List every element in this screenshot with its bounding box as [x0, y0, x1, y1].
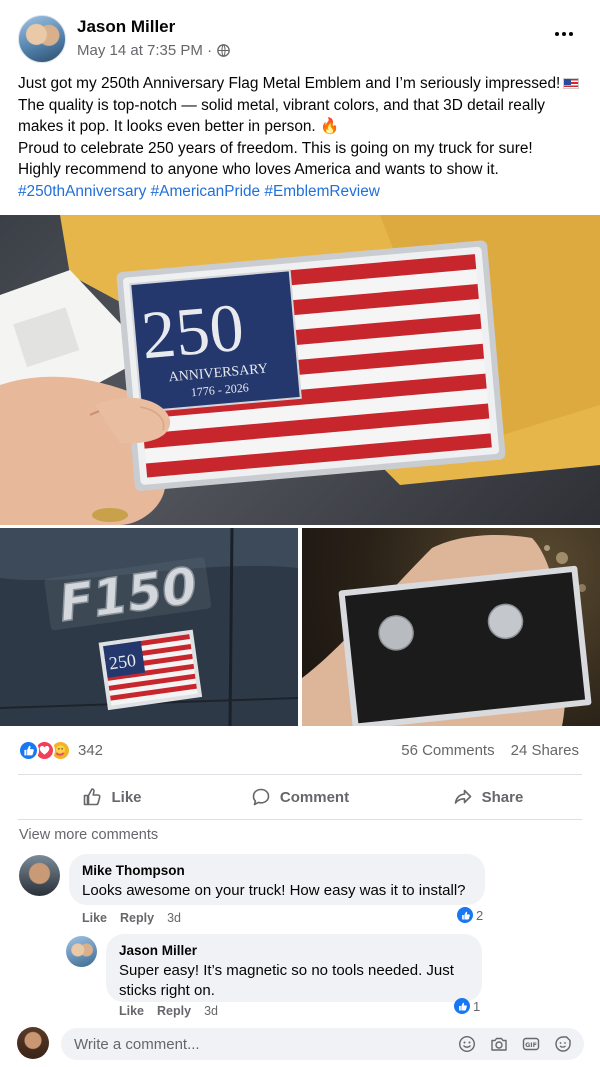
- reply-bubble: Jason Miller Super easy! It’s magnetic s…: [106, 934, 482, 1002]
- comment-time: 3d: [167, 911, 181, 925]
- comment-reply-button[interactable]: Reply: [120, 911, 154, 925]
- like-button[interactable]: Like: [18, 777, 206, 817]
- reply-actions: Like Reply 3d: [119, 1004, 218, 1018]
- author-name[interactable]: Jason Miller: [77, 17, 175, 37]
- comment-button[interactable]: Comment: [206, 777, 394, 817]
- post-actions: Like Comment Share: [18, 777, 582, 817]
- reply-reaction-number: 1: [473, 998, 481, 1014]
- reply-text-line: Super easy! It’s magnetic so no tools ne…: [119, 962, 454, 979]
- write-comment-input[interactable]: [74, 1035, 434, 1053]
- like-reaction-icon: [454, 998, 470, 1014]
- commenter-name[interactable]: Mike Thompson: [82, 863, 473, 878]
- svg-text:250: 250: [108, 650, 138, 674]
- emblem-number: 250: [138, 289, 246, 374]
- fire-emoji-icon: 🔥: [320, 118, 340, 136]
- comment-bubble-icon: [252, 788, 270, 806]
- emoji-icon[interactable]: [458, 1035, 476, 1053]
- shares-count[interactable]: 24 Shares: [511, 742, 579, 759]
- post-text-line: makes it pop. It looks even better in pe…: [18, 118, 316, 136]
- reply-author-avatar[interactable]: [66, 936, 97, 967]
- view-more-comments-link[interactable]: View more comments: [19, 827, 158, 843]
- comment-bubble: Mike Thompson Looks awesome on your truc…: [69, 854, 485, 905]
- reply-reaction-count[interactable]: 1: [454, 998, 480, 1014]
- hashtags: #250thAnniversary #AmericanPride #Emblem…: [18, 181, 588, 203]
- reply-time: 3d: [204, 1004, 218, 1018]
- share-arrow-icon: [454, 789, 471, 804]
- more-options-icon[interactable]: [552, 22, 576, 46]
- post-text-line: Proud to celebrate 250 years of freedom.…: [18, 139, 533, 157]
- commenter-avatar[interactable]: [19, 855, 60, 896]
- post-text-line: Highly recommend to anyone who loves Ame…: [18, 161, 499, 179]
- reply-author-name[interactable]: Jason Miller: [119, 943, 470, 958]
- comment-reaction-count[interactable]: 2: [457, 907, 483, 923]
- photo-emblem-back-magnets[interactable]: [302, 528, 600, 726]
- current-user-avatar[interactable]: [17, 1027, 49, 1059]
- comment-like-button[interactable]: Like: [82, 911, 107, 925]
- reaction-count: 342: [78, 741, 104, 759]
- share-button-label: Share: [481, 788, 524, 806]
- comment-button-label: Comment: [279, 788, 350, 806]
- post-text-line: The quality is top-notch — solid metal, …: [18, 96, 545, 114]
- author-avatar[interactable]: [18, 15, 66, 63]
- post-text-line: Just got my 250th Anniversary Flag Metal…: [18, 75, 561, 92]
- post-meta: May 14 at 7:35 PM ·: [77, 42, 230, 59]
- photo-emblem-in-hand[interactable]: 250 ANNIVERSARY 1776 - 2026: [0, 215, 600, 525]
- sticker-icon[interactable]: [554, 1035, 572, 1053]
- like-reaction-icon: [457, 907, 473, 923]
- globe-icon: [217, 44, 230, 57]
- post-stats: 56 Comments 24 Shares: [401, 742, 579, 759]
- post-text: Just got my 250th Anniversary Flag Metal…: [18, 73, 588, 203]
- like-reaction-icon: [18, 739, 39, 761]
- us-flag-emoji-icon: [563, 78, 580, 89]
- hashtag-link[interactable]: #250thAnniversary: [18, 183, 146, 200]
- svg-text:GIF: GIF: [525, 1042, 537, 1049]
- write-comment-box[interactable]: GIF: [61, 1028, 584, 1060]
- hashtag-link[interactable]: #AmericanPride: [151, 183, 261, 200]
- divider: [18, 774, 582, 775]
- like-button-label: Like: [111, 788, 142, 806]
- comment-reaction-number: 2: [476, 907, 484, 923]
- reply-text-line: sticks right on.: [119, 981, 215, 999]
- gif-icon[interactable]: GIF: [522, 1035, 540, 1053]
- post-header: Jason Miller May 14 at 7:35 PM ·: [0, 0, 600, 66]
- reply-like-button[interactable]: Like: [119, 1004, 144, 1018]
- reaction-summary[interactable]: 342: [18, 739, 103, 761]
- share-button[interactable]: Share: [394, 777, 582, 817]
- reply-text: Super easy! It’s magnetic so no tools ne…: [119, 961, 470, 1000]
- photo-emblem-on-truck[interactable]: F150 250: [0, 528, 298, 726]
- reply-reply-button[interactable]: Reply: [157, 1004, 191, 1018]
- divider: [18, 819, 582, 820]
- hashtag-link[interactable]: #EmblemReview: [264, 183, 379, 200]
- comment-actions: Like Reply 3d: [82, 911, 181, 925]
- comment-tools: GIF: [458, 1035, 572, 1053]
- comment-text: Looks awesome on your truck! How easy wa…: [82, 882, 466, 899]
- post-timestamp[interactable]: May 14 at 7:35 PM ·: [77, 42, 212, 59]
- thumbs-up-icon: [84, 788, 102, 806]
- comments-count[interactable]: 56 Comments: [401, 742, 494, 759]
- camera-icon[interactable]: [490, 1035, 508, 1053]
